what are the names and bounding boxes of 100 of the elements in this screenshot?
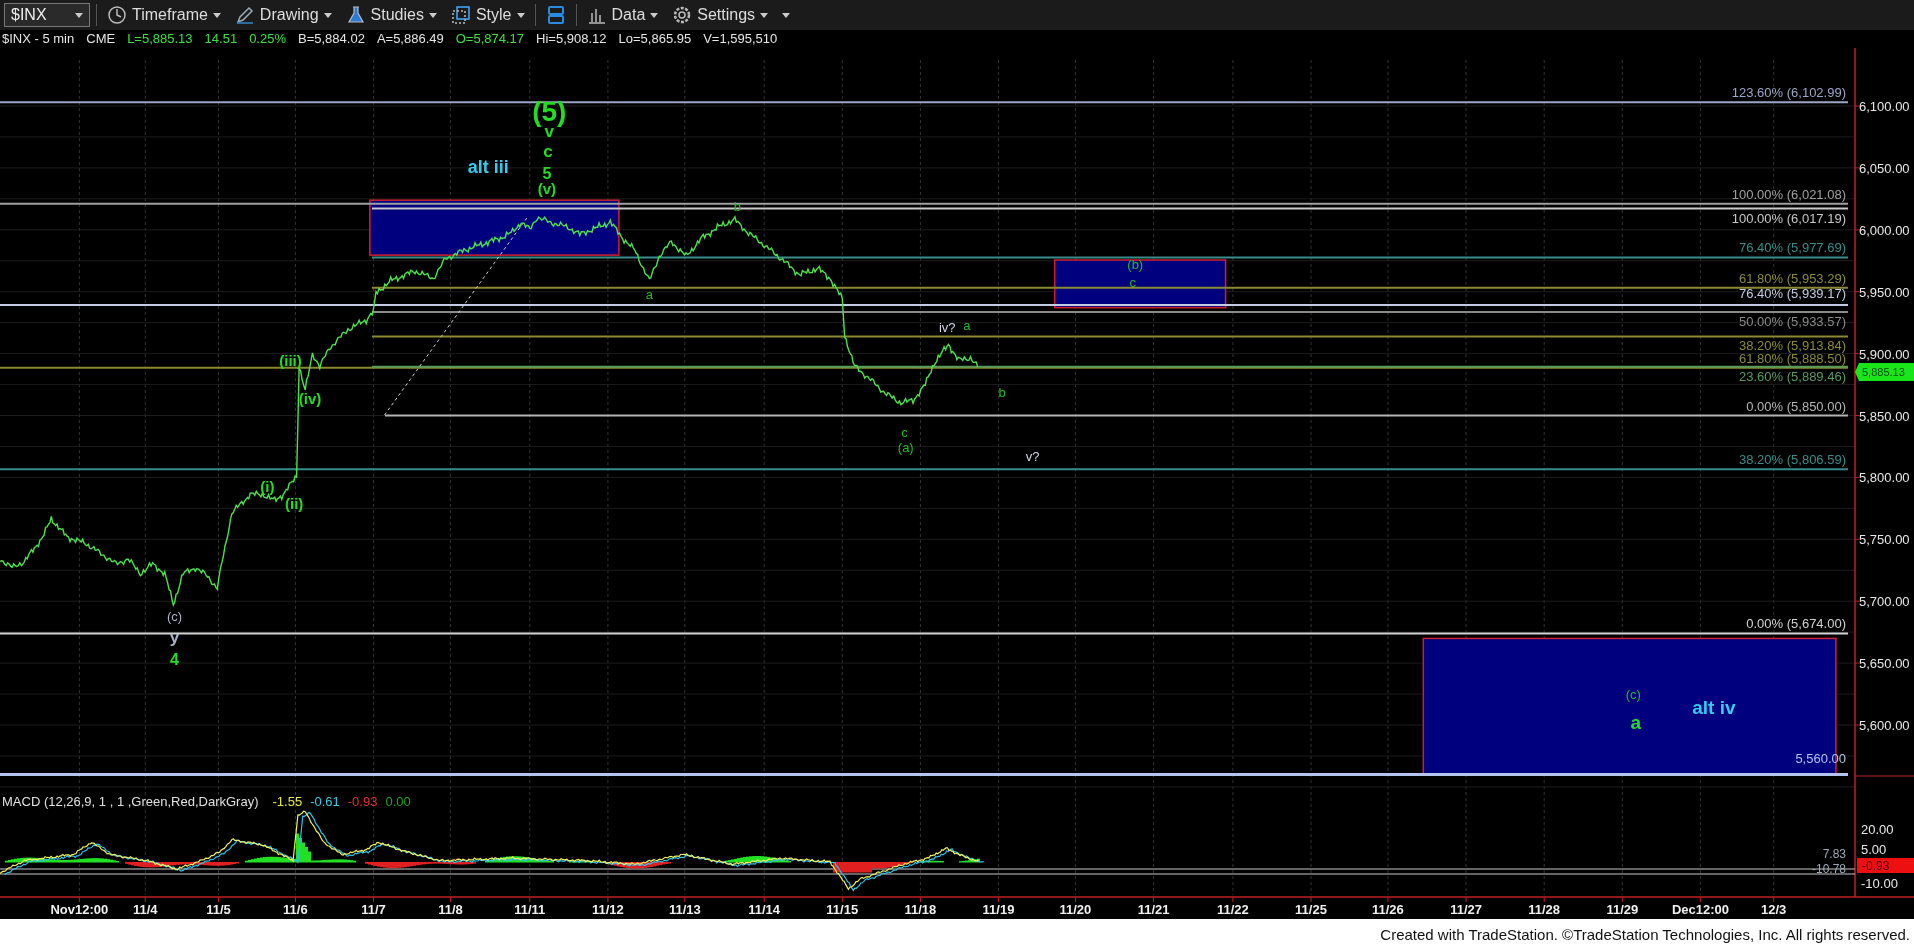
date-label: 11/18 [904, 902, 937, 917]
quote-field: $INX - 5 min [2, 31, 75, 47]
wave-label: (a) [897, 439, 914, 455]
date-label: 11/25 [1295, 902, 1327, 917]
date-label: 11/12 [592, 902, 624, 917]
axis-label: 5,950.00 [1859, 284, 1910, 300]
fib-level-label: 100.00% (6,021.08) [1731, 186, 1846, 202]
indicator-value: 0.00 [385, 794, 411, 809]
date-label: 11/13 [668, 902, 701, 917]
date-label: 11/15 [826, 902, 859, 917]
last-price-label: 5,885.13 [1862, 366, 1905, 378]
date-label: 11/6 [283, 902, 308, 917]
wave-label: (i) [260, 477, 275, 495]
wave-label: (c) [166, 609, 183, 625]
quote-field: Lo=5,865.95 [618, 31, 692, 47]
fib-level-label: 123.60% (6,102.99) [1731, 85, 1846, 101]
wave-label: 4 [170, 651, 179, 669]
axis-label: 20.00 [1861, 822, 1894, 837]
axis-label: 5,800.00 [1859, 470, 1910, 486]
wave-label: (iii) [279, 352, 302, 370]
wave-label: a [1630, 711, 1642, 733]
fib-level-label: 76.40% (5,977.69) [1739, 240, 1846, 256]
date-label: 11/5 [206, 902, 231, 917]
axis-label: 5,650.00 [1859, 656, 1910, 672]
fib-level-label: 0.00% (5,674.00) [1746, 616, 1846, 632]
axis-label: 6,050.00 [1859, 160, 1910, 176]
fib-level-label: 100.00% (6,017.19) [1731, 210, 1846, 226]
toolbar-button[interactable]: Timeframe [103, 2, 225, 28]
wave-label: (c) [1625, 687, 1641, 703]
indicator-value: -0.61 [310, 794, 340, 809]
fib-level-label: 76.40% (5,939.17) [1739, 286, 1846, 302]
date-label: 11/7 [361, 902, 386, 917]
axis-label: 5,900.00 [1859, 346, 1910, 362]
quote-field: CME [86, 31, 116, 47]
toolbar-button[interactable]: Style [446, 2, 529, 28]
date-label: 11/19 [982, 902, 1015, 917]
toolbar-button[interactable]: Drawing [230, 2, 336, 28]
date-label: 11/28 [1528, 902, 1561, 917]
date-label: 11/29 [1606, 902, 1639, 917]
date-label: 11/26 [1372, 902, 1404, 917]
date-label: Nov12:00 [50, 902, 109, 917]
quote-field: L=5,885.13 [127, 31, 193, 47]
date-label: 11/20 [1059, 902, 1092, 917]
quote-field: A=5,886.49 [376, 31, 444, 47]
axis-label: 6,000.00 [1859, 222, 1910, 238]
wave-label: v? [1025, 449, 1040, 465]
date-label: 11/21 [1137, 902, 1170, 917]
fib-level-label: 23.60% (5,889.46) [1739, 368, 1846, 384]
indicator-value: -0.93 [347, 794, 378, 809]
toolbar-button[interactable]: Settings [668, 2, 773, 28]
quote-field: O=5,874.17 [455, 31, 525, 47]
date-label: 11/22 [1217, 902, 1249, 917]
wave-label: (v) [537, 180, 557, 198]
wave-label: a [645, 287, 654, 303]
fib-level-label: 61.80% (5,953.29) [1739, 270, 1846, 286]
axis-label: -10.00 [1861, 876, 1898, 891]
axis-label: 5,750.00 [1859, 532, 1910, 548]
wave-label: 5 [542, 165, 552, 183]
last-value-label: -0.93 [1862, 859, 1890, 873]
wave-label: c [901, 425, 908, 440]
indicator-value: -1.55 [272, 794, 303, 809]
wave-label: (iv) [298, 390, 322, 408]
quote-field: B=5,884.02 [298, 31, 365, 47]
date-label: 11/11 [514, 902, 546, 917]
date-label: Dec12:00 [1671, 902, 1729, 917]
copyright-text: Created with TradeStation. ©TradeStation Technologies, Inc. All rights reserved. [1380, 925, 1910, 943]
axis-label: 5.00 [1861, 842, 1887, 857]
quote-field: V=1,595,510 [703, 31, 778, 47]
wave-label: c [543, 142, 553, 162]
wave-label: a [963, 317, 971, 333]
axis-label: 6,100.00 [1859, 99, 1910, 114]
indicator-title: MACD (12,26,9, 1 , 1 ,Green,Red,DarkGray) [2, 794, 259, 809]
wave-label: y [169, 628, 180, 648]
quote-field: 14.51 [204, 31, 238, 47]
wave-label: b [733, 199, 741, 215]
wave-label: alt iii [467, 157, 509, 178]
date-label: 11/8 [438, 902, 463, 917]
quote-field: 0.25% [249, 31, 286, 47]
wave-label: iv? [938, 320, 956, 336]
toolbar-button[interactable]: Data [582, 2, 663, 28]
symbol-dropdown[interactable]: $INX [4, 3, 90, 27]
wave-label: (ii) [285, 495, 304, 513]
date-label: 12/3 [1761, 902, 1787, 917]
axis-label: 5,850.00 [1859, 408, 1910, 424]
date-label: 11/14 [748, 902, 781, 917]
wave-label: b [998, 384, 1006, 400]
indicator-reading: -10.78 [1811, 862, 1846, 876]
fib-level-label: 0.00% (5,850.00) [1746, 398, 1846, 414]
fib-level-label: 50.00% (5,933.57) [1739, 314, 1846, 330]
fib-level-label: 38.20% (5,913.84) [1739, 338, 1846, 354]
indicator-reading: 7.83 [1822, 847, 1846, 861]
fib-level-label: 38.20% (5,806.59) [1739, 452, 1846, 468]
wave-label: c [1129, 274, 1137, 290]
wave-label: alt iv [1692, 697, 1736, 719]
axis-label: 5,700.00 [1859, 594, 1910, 610]
date-label: 11/27 [1450, 902, 1482, 917]
date-label: 11/4 [132, 902, 158, 917]
toolbar-button[interactable]: Studies [341, 2, 441, 28]
axis-label: 5,600.00 [1859, 718, 1910, 733]
quote-field: Hi=5,908.12 [536, 31, 607, 47]
